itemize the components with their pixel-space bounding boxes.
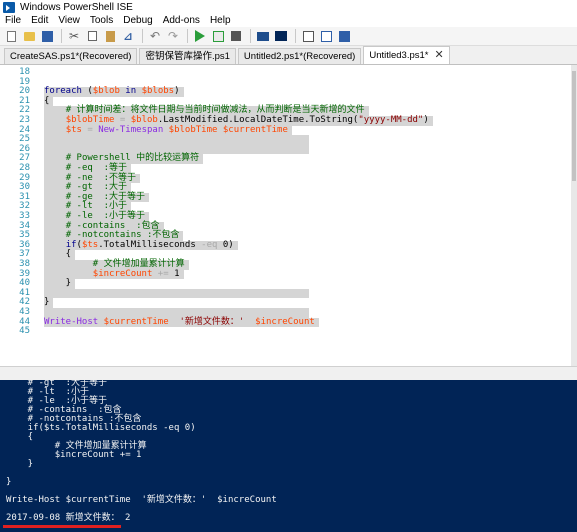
editor-line[interactable]: 42} xyxy=(0,298,571,308)
split-icon xyxy=(320,30,332,42)
code-text: } xyxy=(44,298,54,308)
redo-icon: ↷ xyxy=(167,29,179,43)
save-icon xyxy=(41,30,53,42)
console-icon xyxy=(275,31,287,41)
copy-button[interactable] xyxy=(84,28,100,44)
editor-line[interactable]: 36 if($ts.TotalMilliseconds -eq 0) xyxy=(0,240,571,251)
open-button[interactable] xyxy=(21,28,37,44)
toolbar-separator xyxy=(61,29,62,43)
editor-scrollbar[interactable] xyxy=(571,65,577,366)
menu-tools[interactable]: Tools xyxy=(85,15,118,26)
maximize-pane-button[interactable] xyxy=(336,28,352,44)
code-text: if($ts.TotalMilliseconds -eq 0) xyxy=(44,240,238,251)
toolbar-separator xyxy=(142,29,143,43)
menu-addons[interactable]: Add-ons xyxy=(158,15,205,26)
menu-help[interactable]: Help xyxy=(205,15,236,26)
scissors-icon: ✂ xyxy=(68,29,80,43)
console-button[interactable] xyxy=(273,28,289,44)
window-title: Windows PowerShell ISE xyxy=(20,1,133,13)
code-text xyxy=(44,135,309,145)
toolbar-separator xyxy=(187,29,188,43)
code-text: $ts = New-Timespan $blobTime $currentTim… xyxy=(44,125,292,136)
pane-splitter[interactable] xyxy=(0,366,577,380)
code-text xyxy=(44,288,309,299)
editor-line[interactable]: 40 } xyxy=(0,279,571,289)
clear-icon: ⊿ xyxy=(123,30,133,43)
maximize-icon xyxy=(338,30,350,42)
pane-icon xyxy=(302,30,314,42)
title-bar: Windows PowerShell ISE xyxy=(0,0,577,14)
menu-file[interactable]: File xyxy=(0,15,26,26)
tab-label: Untitled3.ps1* xyxy=(369,50,429,61)
code-text: } xyxy=(44,279,76,289)
show-pane-button[interactable] xyxy=(300,28,316,44)
editor-line[interactable]: 44 Write-Host $currentTime '新增文件数：' $incr… xyxy=(0,317,571,328)
menu-debug[interactable]: Debug xyxy=(118,15,157,26)
editor-line[interactable]: 24 $ts = New-Timespan $blobTime $current… xyxy=(0,125,571,136)
code-text: Write-Host $currentTime '新增文件数：' $increC… xyxy=(44,317,319,328)
editor-line[interactable]: 45 xyxy=(0,327,571,337)
copy-icon xyxy=(87,31,97,41)
run-selection-icon xyxy=(212,30,224,42)
paste-button[interactable] xyxy=(102,28,118,44)
script-tabs: CreateSAS.ps1*(Recovered) 密钥保管库操作.ps1 Un… xyxy=(0,46,577,65)
console-line: } xyxy=(6,477,12,487)
tab-createsas[interactable]: CreateSAS.ps1*(Recovered) xyxy=(4,48,138,64)
cut-button[interactable]: ✂ xyxy=(66,28,82,44)
remote-powershell-button[interactable] xyxy=(255,28,271,44)
line-number: 45 xyxy=(19,326,30,337)
menu-bar: File Edit View Tools Debug Add-ons Help xyxy=(0,14,577,27)
script-editor[interactable]: 18 19 20 foreach ($blob in $blobs) 21{22 # 计… xyxy=(0,65,571,366)
toolbar-separator xyxy=(250,29,251,43)
save-button[interactable] xyxy=(39,28,55,44)
toolbar: ✂ ⊿ ↶ ↷ xyxy=(0,27,577,46)
console-line: if($ts.TotalMilliseconds -eq 0) xyxy=(6,423,196,433)
console-line: Write-Host $currentTime '新增文件数：' $increC… xyxy=(6,495,277,505)
result-underline xyxy=(3,525,121,528)
menu-view[interactable]: View xyxy=(53,15,85,26)
folder-icon xyxy=(23,31,35,41)
split-pane-button[interactable] xyxy=(318,28,334,44)
undo-icon: ↶ xyxy=(149,29,161,43)
undo-button[interactable]: ↶ xyxy=(147,28,163,44)
console-pane[interactable]: # -gt :大于等于 # -lt :小于 # -le :小于等于 # -con… xyxy=(0,380,577,532)
tab-untitled3[interactable]: Untitled3.ps1* ✕ xyxy=(363,46,450,64)
paste-icon xyxy=(105,30,115,42)
remote-icon xyxy=(257,31,269,41)
editor-line[interactable]: 18 xyxy=(0,67,571,78)
new-file-button[interactable] xyxy=(3,28,19,44)
console-line: } xyxy=(6,459,34,469)
editor-line[interactable]: 41 xyxy=(0,288,571,299)
powershell-icon xyxy=(3,1,15,13)
tab-untitled2[interactable]: Untitled2.ps1*(Recovered) xyxy=(237,48,362,64)
editor-line[interactable]: 25 xyxy=(0,135,571,145)
stop-button[interactable] xyxy=(228,28,244,44)
stop-icon xyxy=(231,31,241,41)
toolbar-separator xyxy=(295,29,296,43)
run-button[interactable] xyxy=(192,28,208,44)
menu-edit[interactable]: Edit xyxy=(26,15,53,26)
code-text: foreach ($blob in $blobs) xyxy=(44,86,184,97)
redo-button[interactable]: ↷ xyxy=(165,28,181,44)
editor-line[interactable]: 39 $increCount += 1 xyxy=(0,269,571,280)
scrollbar-thumb[interactable] xyxy=(572,71,576,181)
new-file-icon xyxy=(6,30,16,42)
clear-button[interactable]: ⊿ xyxy=(120,28,136,44)
close-icon[interactable]: ✕ xyxy=(435,47,444,64)
run-selection-button[interactable] xyxy=(210,28,226,44)
tab-keyvault[interactable]: 密钥保管库操作.ps1 xyxy=(139,48,236,64)
console-line: 2017-09-08 新增文件数： 2 xyxy=(6,513,131,523)
editor-line[interactable]: 20 foreach ($blob in $blobs) xyxy=(0,86,571,97)
play-icon xyxy=(195,30,205,42)
